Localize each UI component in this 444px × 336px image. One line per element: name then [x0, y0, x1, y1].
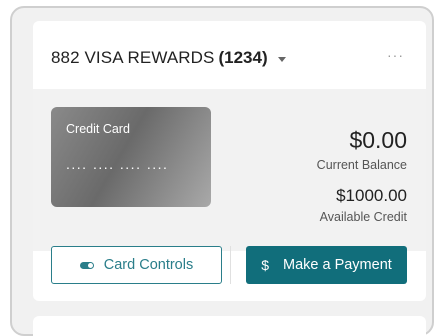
- widget-header: 882 VISA REWARDS (1234) ···: [33, 21, 426, 89]
- credit-card-image: Credit Card .... .... .... ....: [51, 107, 211, 207]
- card-type-label: Credit Card: [66, 122, 130, 136]
- toggle-icon: [79, 261, 94, 269]
- available-credit-value: $1000.00: [336, 186, 407, 205]
- make-payment-label: Make a Payment: [282, 257, 392, 273]
- card-controls-label: Card Controls: [103, 257, 194, 273]
- account-selector[interactable]: 882 VISA REWARDS (1234): [51, 48, 286, 68]
- make-payment-button[interactable]: $ Make a Payment: [246, 246, 407, 284]
- available-credit-label: Available Credit: [319, 210, 407, 224]
- account-number: (1234): [218, 48, 268, 67]
- action-bar: Card Controls $ Make a Payment: [33, 246, 426, 301]
- current-balance-value: $0.00: [349, 127, 407, 153]
- available-credit: $1000.00 Available Credit: [320, 187, 407, 224]
- card-summary: Credit Card .... .... .... .... $0.00 Cu…: [33, 89, 426, 251]
- card-controls-button[interactable]: Card Controls: [51, 246, 222, 284]
- account-name: 882 VISA REWARDS: [51, 48, 215, 67]
- current-balance: $0.00 Current Balance: [316, 127, 407, 173]
- current-balance-label: Current Balance: [316, 158, 407, 172]
- next-widget-peek: [33, 316, 426, 336]
- divider: [230, 246, 231, 284]
- masked-card-number: .... .... .... ....: [66, 156, 169, 172]
- more-options-icon[interactable]: ···: [387, 47, 404, 63]
- account-card-widget: 882 VISA REWARDS (1234) ··· Credit Card …: [33, 21, 426, 301]
- chevron-down-icon: [277, 56, 286, 62]
- dollar-icon: $: [261, 257, 269, 273]
